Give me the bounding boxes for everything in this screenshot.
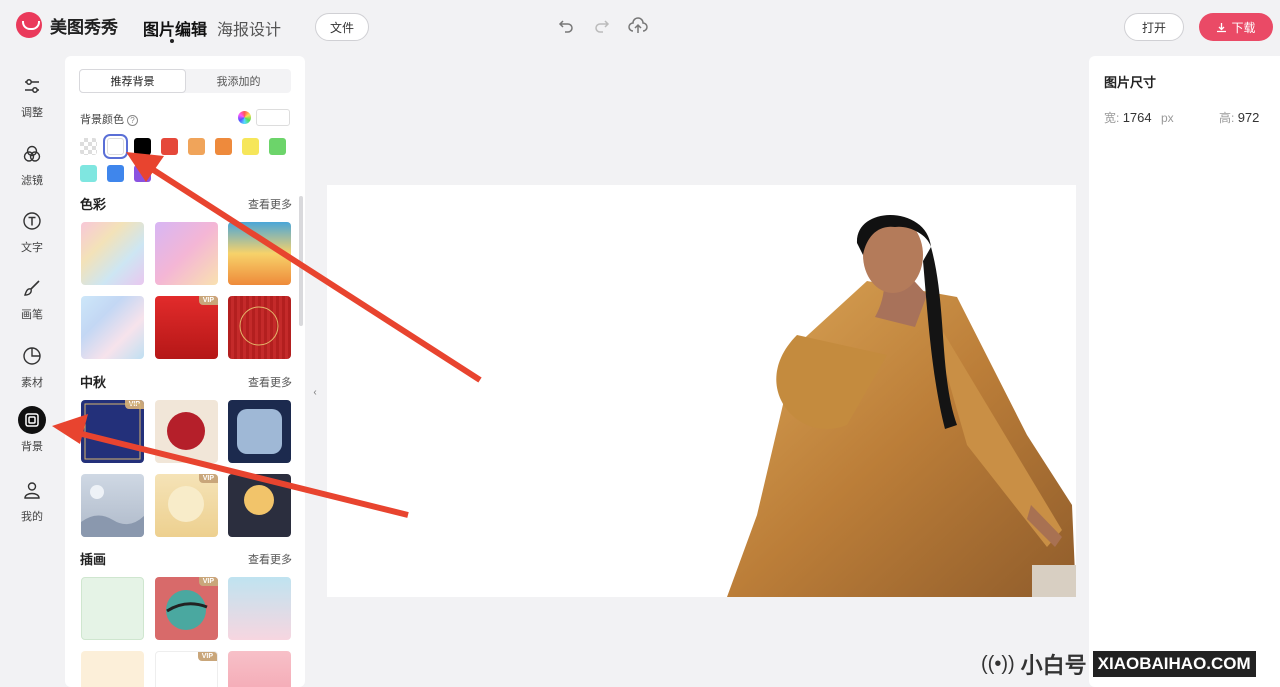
background-source-tabs: 推荐背景 我添加的 [79, 69, 291, 93]
rail-item-label: 背景 [21, 441, 43, 453]
watermark-cn: 小白号 [1020, 653, 1087, 678]
color-picker-icon[interactable] [238, 111, 251, 124]
swatch-light-orange[interactable] [188, 138, 205, 155]
see-more-mid-autumn[interactable]: 查看更多 [248, 374, 292, 390]
bg-thumbnail[interactable]: VIP [81, 400, 144, 463]
collapse-panel-chevron-icon[interactable]: ‹ [308, 375, 322, 409]
background-panel: 推荐背景 我添加的 背景颜色? 色彩 查看更多 VIP 中秋 查看更多 VIP [65, 56, 305, 687]
image-size-panel: 图片尺寸 宽: 1764 px 高: 972 [1089, 56, 1280, 687]
swatch-yellow[interactable] [242, 138, 259, 155]
bg-thumbnail[interactable] [228, 222, 291, 285]
app-name: 美图秀秀 [50, 17, 118, 37]
tab-image-edit[interactable]: 图片编辑 [143, 16, 207, 40]
watermark: ((•)) 小白号 XIAOBAIHAO.COM [981, 646, 1256, 682]
tab-recommended-backgrounds[interactable]: 推荐背景 [79, 69, 186, 93]
bg-thumbnail[interactable] [228, 651, 291, 687]
rail-item-background[interactable]: 背景 [0, 406, 64, 454]
swatch-green[interactable] [269, 138, 286, 155]
watermark-en: XIAOBAIHAO.COM [1092, 651, 1256, 677]
rail-item-label: 文字 [21, 242, 43, 254]
top-bar: 美图秀秀 图片编辑 海报设计 文件 打开 下载 [0, 0, 1280, 54]
text-icon [18, 207, 46, 235]
undo-icon[interactable] [557, 17, 575, 35]
app-logo[interactable]: 美图秀秀 [16, 12, 118, 38]
rail-item-label: 画笔 [21, 309, 43, 321]
bg-thumbnail[interactable] [228, 400, 291, 463]
bg-thumbnail[interactable] [155, 400, 218, 463]
open-button[interactable]: 打开 [1124, 13, 1184, 41]
bg-thumbnail[interactable] [155, 222, 218, 285]
sliders-icon [18, 72, 46, 100]
file-button[interactable]: 文件 [315, 13, 369, 41]
rail-item-label: 素材 [21, 377, 43, 389]
bg-thumbnail[interactable] [81, 222, 144, 285]
rail-item-filter[interactable]: 滤镜 [0, 140, 64, 188]
rail-item-sticker[interactable]: 素材 [0, 342, 64, 390]
image-size-title: 图片尺寸 [1104, 75, 1157, 90]
bg-thumbnail[interactable]: VIP [155, 296, 218, 359]
cutout-photo-woman [727, 214, 1076, 597]
swatch-orange[interactable] [215, 138, 232, 155]
meitu-logo-icon [16, 12, 42, 38]
redo-icon[interactable] [593, 17, 611, 35]
bg-thumbnail[interactable] [228, 296, 291, 359]
background-icon [18, 406, 46, 434]
left-tool-rail: 调整 滤镜 文字 画笔 素材 背景 我的 [0, 54, 64, 687]
bg-thumbnail[interactable]: VIP [155, 474, 218, 537]
tab-my-backgrounds[interactable]: 我添加的 [186, 69, 291, 93]
rail-item-mine[interactable]: 我的 [0, 476, 64, 524]
bg-thumbnail[interactable]: VIP [155, 577, 218, 640]
section-title-color: 色彩 [80, 197, 107, 212]
vip-badge: VIP [198, 296, 218, 305]
width-field[interactable]: 宽: 1764 px [1104, 109, 1174, 126]
editing-canvas[interactable] [327, 185, 1076, 597]
swatch-white[interactable] [103, 134, 128, 159]
user-icon [18, 476, 46, 504]
swatch-blue[interactable] [107, 165, 124, 182]
sticker-icon [18, 342, 46, 370]
bg-color-label: 背景颜色? [80, 111, 138, 127]
swatch-black[interactable] [134, 138, 151, 155]
bg-thumbnail[interactable] [81, 296, 144, 359]
cloud-upload-icon[interactable] [628, 17, 648, 35]
download-button[interactable]: 下载 [1199, 13, 1273, 41]
swatch-purple[interactable] [134, 165, 151, 182]
swatch-red[interactable] [161, 138, 178, 155]
tab-poster-design[interactable]: 海报设计 [217, 16, 281, 40]
broadcast-icon: ((•)) [981, 652, 1015, 675]
swatch-transparent[interactable] [80, 138, 97, 155]
bg-thumbnail[interactable] [228, 474, 291, 537]
rail-item-label: 滤镜 [21, 175, 43, 187]
see-more-illustration[interactable]: 查看更多 [248, 551, 292, 567]
rail-item-adjust[interactable]: 调整 [0, 72, 64, 120]
width-unit: px [1160, 111, 1174, 125]
bg-thumbnail[interactable]: VIP [155, 651, 218, 687]
panel-scrollbar[interactable] [299, 196, 303, 326]
bg-thumbnail[interactable] [81, 651, 144, 687]
width-value: 1764 [1122, 110, 1152, 125]
rail-item-brush[interactable]: 画笔 [0, 274, 64, 322]
filter-icon [18, 140, 46, 168]
height-field[interactable]: 高: 972 [1219, 109, 1259, 126]
section-title-mid-autumn: 中秋 [80, 375, 107, 390]
brush-icon [18, 274, 46, 302]
rail-item-label: 我的 [21, 511, 43, 523]
active-tab-indicator [170, 39, 174, 43]
download-label: 下载 [1231, 20, 1256, 35]
bg-thumbnail[interactable] [81, 577, 144, 640]
vip-badge: VIP [197, 652, 217, 661]
bg-thumbnail[interactable] [81, 474, 144, 537]
rail-item-label: 调整 [21, 107, 43, 119]
height-value: 972 [1237, 110, 1260, 125]
download-icon [1217, 22, 1227, 32]
swatch-cyan[interactable] [80, 165, 97, 182]
section-title-illustration: 插画 [80, 552, 107, 567]
rail-item-text[interactable]: 文字 [0, 207, 64, 255]
hex-color-input[interactable] [256, 109, 290, 126]
bg-thumbnail[interactable] [228, 577, 291, 640]
help-icon[interactable]: ? [127, 115, 138, 126]
see-more-color[interactable]: 查看更多 [248, 196, 292, 212]
